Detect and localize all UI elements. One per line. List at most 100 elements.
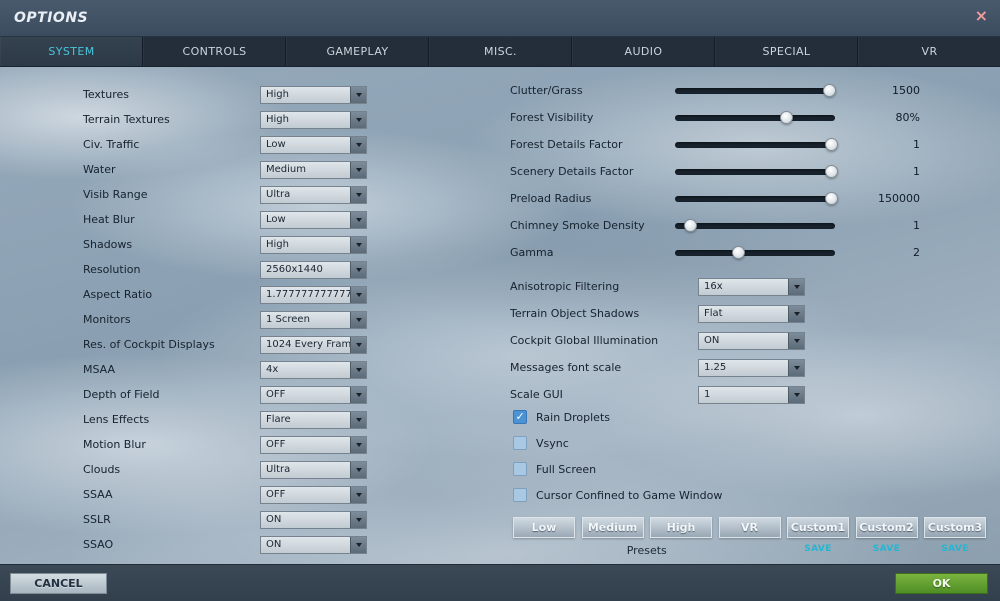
slider-track[interactable] <box>675 222 835 229</box>
save-custom3-link[interactable]: SAVE <box>924 544 986 557</box>
slider-track[interactable] <box>675 141 835 148</box>
chevron-down-icon[interactable] <box>350 111 366 128</box>
slider-thumb[interactable] <box>824 192 838 205</box>
ok-button[interactable]: OK <box>895 573 988 594</box>
dropdown[interactable]: 1 Screen <box>260 310 367 329</box>
slider-label: Preload Radius <box>510 192 592 205</box>
dropdown[interactable]: High <box>260 85 367 104</box>
preset-button[interactable]: Custom2 <box>855 517 918 538</box>
checkbox-row[interactable]: Vsync <box>513 430 987 456</box>
dropdown[interactable]: OFF <box>260 385 367 404</box>
dropdown[interactable]: Flat <box>698 304 805 323</box>
slider-track[interactable] <box>675 87 835 94</box>
slider-track[interactable] <box>675 114 835 121</box>
dropdown[interactable]: 4x <box>260 360 367 379</box>
preset-button[interactable]: Custom3 <box>924 517 986 538</box>
slider[interactable] <box>675 138 838 152</box>
dropdown[interactable]: ON <box>698 331 805 350</box>
preset-button[interactable]: Custom1 <box>787 517 849 538</box>
dropdown[interactable]: Medium <box>260 160 367 179</box>
chevron-down-icon[interactable] <box>350 211 366 228</box>
chevron-down-icon[interactable] <box>350 386 366 403</box>
dropdown[interactable]: 16x <box>698 277 805 296</box>
chevron-down-icon[interactable] <box>350 486 366 503</box>
chevron-down-icon[interactable] <box>788 332 804 349</box>
cancel-button[interactable]: CANCEL <box>10 573 107 594</box>
chevron-down-icon[interactable] <box>350 361 366 378</box>
slider[interactable] <box>675 84 837 98</box>
dropdown[interactable]: 1024 Every Frame <box>260 335 367 354</box>
chevron-down-icon[interactable] <box>350 236 366 253</box>
tab[interactable]: CONTROLS <box>143 37 286 66</box>
slider[interactable] <box>675 165 838 179</box>
dropdown[interactable]: ON <box>260 535 367 554</box>
slider[interactable] <box>675 219 835 233</box>
chevron-down-icon[interactable] <box>350 86 366 103</box>
chevron-down-icon[interactable] <box>788 386 804 403</box>
preset-button[interactable]: Low <box>513 517 575 538</box>
chevron-down-icon[interactable] <box>350 536 366 553</box>
dropdown[interactable]: High <box>260 110 367 129</box>
slider-track[interactable] <box>675 168 835 175</box>
chevron-down-icon[interactable] <box>350 311 366 328</box>
dropdown[interactable]: 1.7777777777778 <box>260 285 367 304</box>
slider[interactable] <box>675 192 838 206</box>
dropdown[interactable]: Low <box>260 210 367 229</box>
checkbox[interactable] <box>513 462 527 476</box>
close-icon[interactable]: × <box>975 8 988 24</box>
dropdown[interactable]: OFF <box>260 435 367 454</box>
tab[interactable]: MISC. <box>429 37 572 66</box>
chevron-down-icon[interactable] <box>788 278 804 295</box>
slider-thumb[interactable] <box>684 219 697 232</box>
chevron-down-icon[interactable] <box>350 261 366 278</box>
dropdown[interactable]: Ultra <box>260 460 367 479</box>
dropdown[interactable]: 1 <box>698 385 805 404</box>
dropdown[interactable]: OFF <box>260 485 367 504</box>
chevron-down-icon[interactable] <box>350 336 366 353</box>
tab[interactable]: SYSTEM <box>0 37 143 66</box>
chevron-down-icon[interactable] <box>788 359 804 376</box>
preset-button[interactable]: High <box>650 517 712 538</box>
tab-label: SPECIAL <box>762 45 811 58</box>
checkbox-row[interactable]: Full Screen <box>513 456 987 482</box>
checkbox[interactable] <box>513 488 527 502</box>
checkbox[interactable] <box>513 436 527 450</box>
preset-button[interactable]: VR <box>718 517 781 538</box>
save-custom2-link[interactable]: SAVE <box>856 544 918 557</box>
checkbox[interactable] <box>513 410 527 424</box>
tab[interactable]: SPECIAL <box>715 37 858 66</box>
chevron-down-icon[interactable] <box>350 436 366 453</box>
dropdown[interactable]: High <box>260 235 367 254</box>
chevron-down-icon[interactable] <box>350 136 366 153</box>
slider-thumb[interactable] <box>824 165 838 178</box>
slider[interactable] <box>675 246 835 260</box>
chevron-down-icon[interactable] <box>350 411 366 428</box>
dropdown[interactable]: Flare <box>260 410 367 429</box>
chevron-down-icon[interactable] <box>350 161 366 178</box>
chevron-down-icon[interactable] <box>350 186 366 203</box>
checkbox-row[interactable]: Cursor Confined to Game Window <box>513 482 987 508</box>
tab[interactable]: VR <box>858 37 1000 66</box>
checkbox-row[interactable]: Rain Droplets <box>513 404 987 430</box>
slider-thumb[interactable] <box>823 84 837 97</box>
preset-button[interactable]: Medium <box>581 517 644 538</box>
slider-track[interactable] <box>675 249 835 256</box>
dropdown[interactable]: 1.25 <box>698 358 805 377</box>
dropdown[interactable]: ON <box>260 510 367 529</box>
tab-label: MISC. <box>484 45 517 58</box>
slider-thumb[interactable] <box>780 111 793 124</box>
dropdown[interactable]: Low <box>260 135 367 154</box>
slider[interactable] <box>675 111 835 125</box>
chevron-down-icon[interactable] <box>350 286 366 303</box>
chevron-down-icon[interactable] <box>788 305 804 322</box>
dropdown[interactable]: 2560x1440 <box>260 260 367 279</box>
slider-thumb[interactable] <box>824 138 838 151</box>
slider-track[interactable] <box>675 195 835 202</box>
chevron-down-icon[interactable] <box>350 511 366 528</box>
save-custom1-link[interactable]: SAVE <box>787 544 849 557</box>
chevron-down-icon[interactable] <box>350 461 366 478</box>
tab[interactable]: GAMEPLAY <box>286 37 429 66</box>
slider-thumb[interactable] <box>732 246 745 259</box>
dropdown[interactable]: Ultra <box>260 185 367 204</box>
tab[interactable]: AUDIO <box>572 37 715 66</box>
